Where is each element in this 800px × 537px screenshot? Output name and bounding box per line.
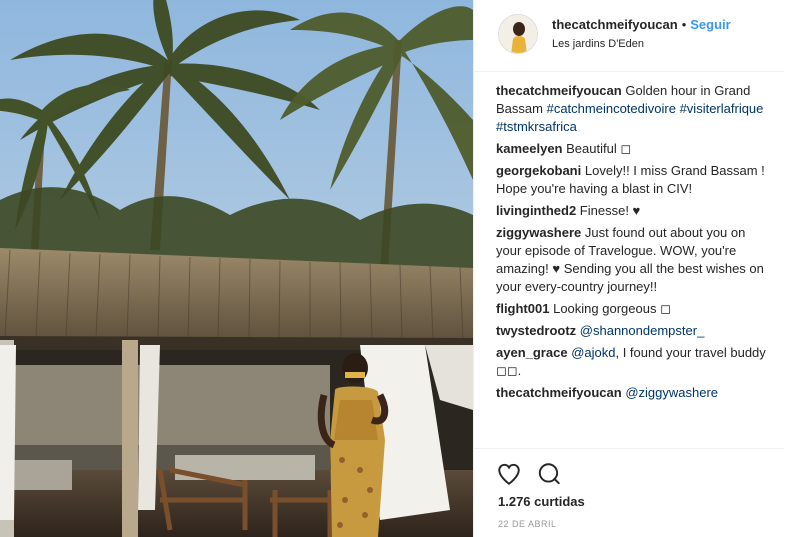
header-line: thecatchmeifyoucan • Seguir <box>552 17 731 32</box>
comment-item: ayen_grace @ajokd, I found your travel b… <box>496 344 766 380</box>
comments-list: thecatchmeifyoucan Golden hour in Grand … <box>496 82 766 406</box>
comment-item: livinginthed2 Finesse! ♥ <box>496 202 766 220</box>
mention-link[interactable]: @ajokd <box>571 345 615 360</box>
comment-text: Looking gorgeous ◻ <box>553 301 671 316</box>
comment-icon[interactable] <box>536 461 562 487</box>
comment-username[interactable]: flight001 <box>496 301 549 316</box>
post-date[interactable]: 22 DE ABRIL <box>498 519 557 529</box>
comment-item: kameelyen Beautiful ◻ <box>496 140 766 158</box>
caption: thecatchmeifyoucan Golden hour in Grand … <box>496 82 766 136</box>
post-sidebar: thecatchmeifyoucan • Seguir Les jardins D'… <box>473 0 800 537</box>
hashtag-link[interactable]: #visiterlafrique <box>680 101 764 116</box>
post-photo[interactable] <box>0 0 473 537</box>
mention-link[interactable]: @shannondempster_ <box>580 323 705 338</box>
hashtag-link[interactable]: #catchmeincotedivoire <box>547 101 676 116</box>
comment-username[interactable]: ayen_grace <box>496 345 568 360</box>
separator-dot: • <box>681 17 687 32</box>
comment-item: georgekobani Lovely!! I miss Grand Bassa… <box>496 162 766 198</box>
avatar-image <box>499 15 537 53</box>
location-link[interactable]: Les jardins D'Eden <box>552 38 644 50</box>
comment-username[interactable]: ziggywashere <box>496 225 581 240</box>
mention-link[interactable]: @ziggywashere <box>625 385 718 400</box>
likes-count[interactable]: 1.276 curtidas <box>498 494 585 509</box>
beach-hut-photo <box>0 0 473 537</box>
follow-button[interactable]: Seguir <box>690 17 730 32</box>
comment-username[interactable]: twystedrootz <box>496 323 576 338</box>
comment-item: twystedrootz @shannondempster_ <box>496 322 766 340</box>
comment-username[interactable]: georgekobani <box>496 163 581 178</box>
post-actions: 1.276 curtidas 22 DE ABRIL <box>474 448 784 537</box>
instagram-post: thecatchmeifyoucan • Seguir Les jardins D'… <box>0 0 800 537</box>
hashtag-link[interactable]: #tstmkrsafrica <box>496 119 577 134</box>
comment-username[interactable]: thecatchmeifyoucan <box>496 83 622 98</box>
comment-item: flight001 Looking gorgeous ◻ <box>496 300 766 318</box>
comment-username[interactable]: livinginthed2 <box>496 203 576 218</box>
comment-username[interactable]: kameelyen <box>496 141 563 156</box>
comment-text: Beautiful ◻ <box>566 141 632 156</box>
avatar[interactable] <box>498 14 538 54</box>
post-header: thecatchmeifyoucan • Seguir Les jardins D'… <box>474 0 784 72</box>
username-link[interactable]: thecatchmeifyoucan <box>552 17 678 32</box>
comment-item: thecatchmeifyoucan @ziggywashere <box>496 384 766 402</box>
comment-item: ziggywashere Just found out about you on… <box>496 224 766 296</box>
comment-username[interactable]: thecatchmeifyoucan <box>496 385 622 400</box>
heart-icon[interactable] <box>496 461 522 487</box>
comment-text: Finesse! ♥ <box>579 203 641 218</box>
